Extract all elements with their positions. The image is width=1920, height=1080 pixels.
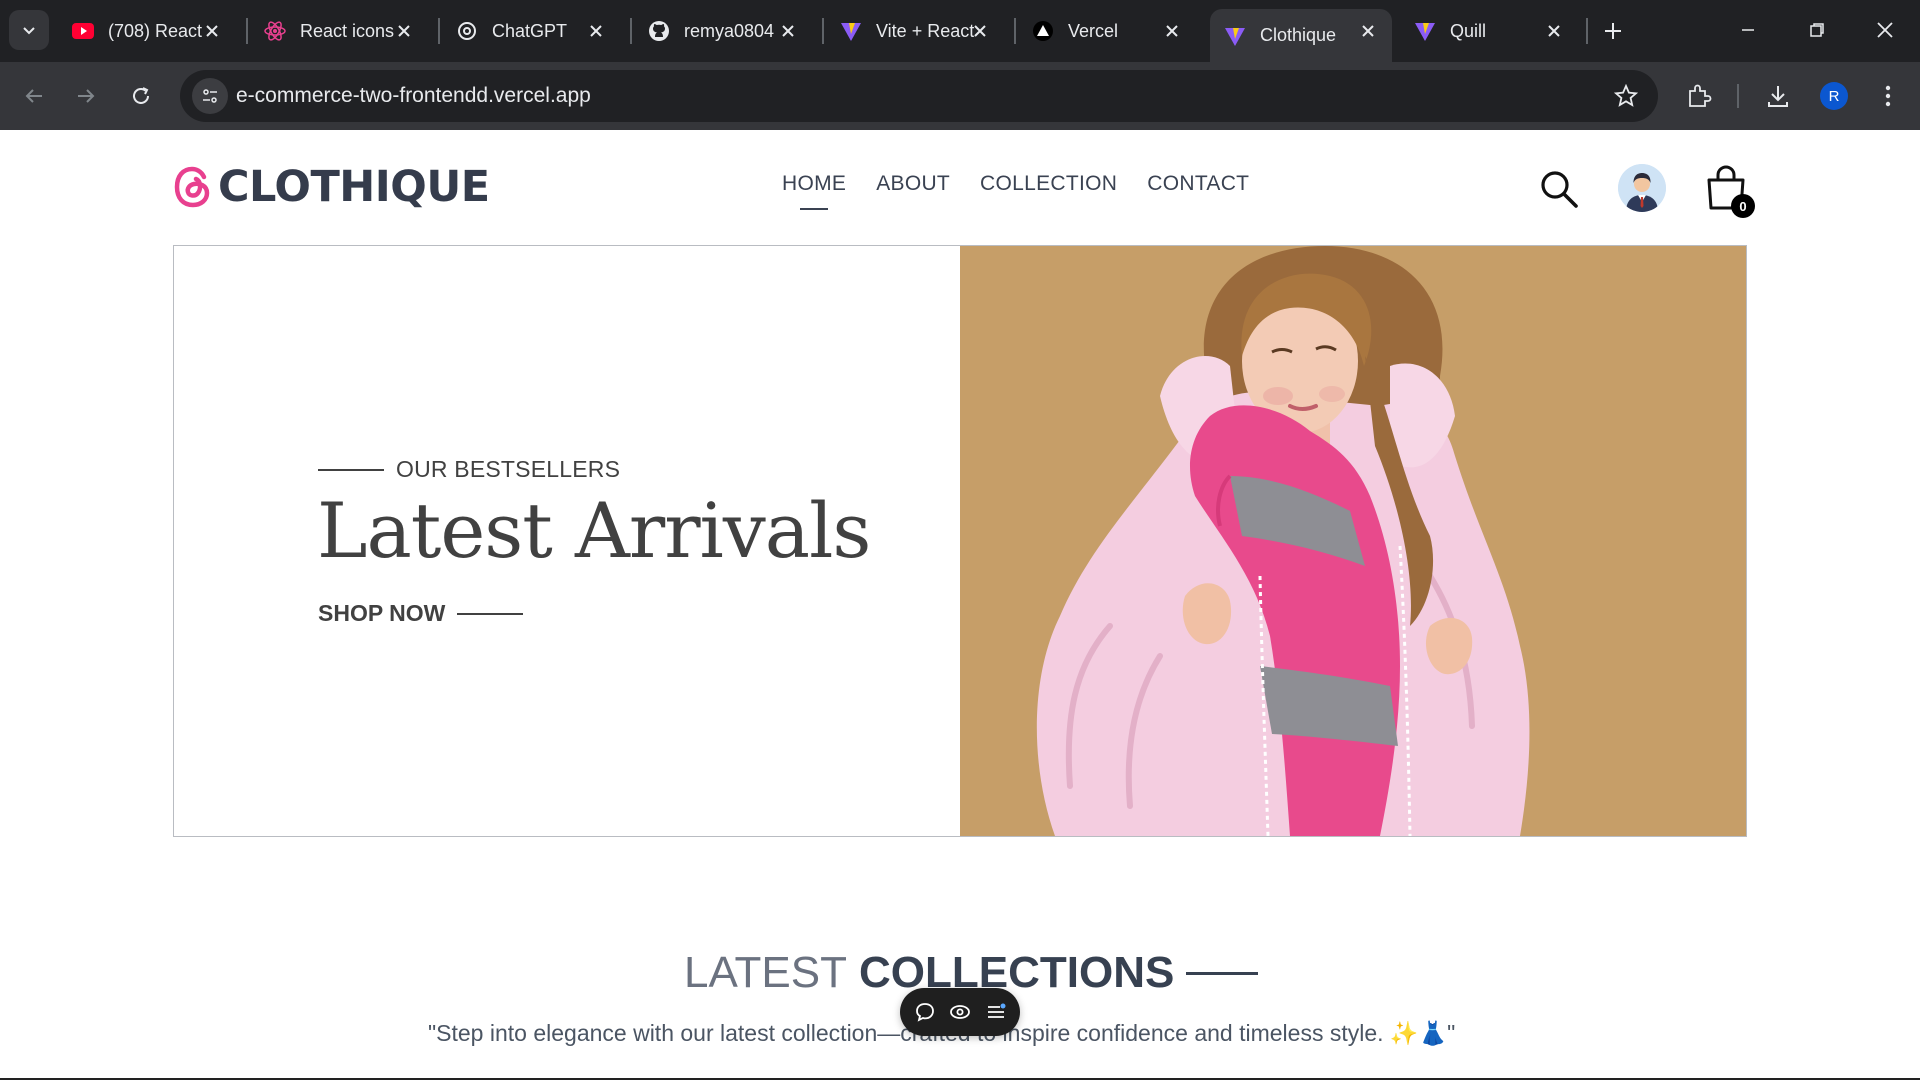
comment-icon[interactable]	[914, 1001, 936, 1023]
github-icon	[648, 20, 670, 42]
browser-tab[interactable]: Vercel	[1018, 9, 1196, 53]
chevron-down-icon	[23, 27, 35, 35]
browser-tab[interactable]: React icons	[250, 9, 428, 53]
reload-button[interactable]	[121, 76, 161, 116]
hero-eyebrow: OUR BESTSELLERS	[318, 456, 620, 483]
profile-avatar[interactable]: R	[1820, 82, 1848, 110]
close-tab-icon[interactable]	[968, 19, 992, 43]
threads-logo-icon	[174, 166, 210, 208]
nav-collection[interactable]: COLLECTION	[980, 172, 1117, 196]
shop-now-text[interactable]: SHOP NOW	[318, 600, 445, 627]
bookmark-star-icon[interactable]	[1612, 82, 1640, 110]
collections-heading-bold: COLLECTIONS	[859, 948, 1175, 997]
url-text[interactable]: e-commerce-two-frontendd.vercel.app	[236, 84, 591, 108]
restore-button[interactable]	[1794, 10, 1840, 50]
close-tab-icon[interactable]	[392, 19, 416, 43]
browser-tab[interactable]: (708) React	[58, 9, 236, 53]
nav-home[interactable]: HOME	[782, 172, 846, 210]
shop-now-link[interactable]: SHOP NOW	[318, 600, 524, 627]
floating-toolbar	[900, 988, 1020, 1036]
hero-banner: OUR BESTSELLERS Latest Arrivals SHOP NOW	[173, 245, 1747, 837]
logo-text: CLOTHIQUE	[218, 162, 490, 212]
close-tab-icon[interactable]	[776, 19, 800, 43]
hero-headline: Latest Arrivals	[317, 486, 871, 575]
close-window-button[interactable]	[1862, 10, 1908, 50]
tab-search-button[interactable]	[9, 10, 49, 50]
minimize-icon	[1742, 29, 1754, 31]
main-nav: HOME ABOUT COLLECTION CONTACT	[782, 172, 1279, 210]
minimize-button[interactable]	[1725, 10, 1771, 50]
eye-icon[interactable]	[949, 1001, 971, 1023]
cart-count-badge: 0	[1731, 194, 1755, 218]
collections-heading-light: LATEST	[684, 948, 848, 997]
react-icon	[264, 20, 286, 42]
collections-heading-line	[1186, 971, 1259, 975]
tab-separator	[822, 18, 824, 44]
close-icon	[1877, 22, 1893, 38]
tab-separator	[246, 18, 248, 44]
back-button[interactable]	[14, 76, 54, 116]
vite-icon	[1224, 25, 1246, 47]
user-avatar-icon	[1618, 164, 1666, 212]
plus-icon	[1605, 23, 1621, 39]
browser-tab-strip: (708) React React icons ChatGPT remya080…	[0, 0, 1920, 62]
close-tab-icon[interactable]	[200, 19, 224, 43]
user-avatar[interactable]	[1618, 164, 1666, 212]
eyebrow-text: OUR BESTSELLERS	[396, 456, 621, 482]
youtube-icon	[72, 20, 94, 42]
browser-tab-active[interactable]: Clothique	[1210, 9, 1392, 62]
forward-button[interactable]	[66, 76, 106, 116]
shop-now-line	[457, 612, 524, 615]
tab-separator	[1586, 18, 1588, 44]
hero-image	[960, 246, 1746, 836]
more-menu-icon[interactable]	[1870, 78, 1906, 114]
browser-tab[interactable]: remya0804	[634, 9, 812, 53]
close-tab-icon[interactable]	[1160, 19, 1184, 43]
arrow-left-icon	[25, 89, 42, 103]
arrow-right-icon	[78, 89, 95, 103]
tab-separator	[438, 18, 440, 44]
tab-separator	[1014, 18, 1016, 44]
address-bar[interactable]: e-commerce-two-frontendd.vercel.app	[180, 70, 1658, 122]
tab-separator	[630, 18, 632, 44]
chatgpt-icon	[456, 20, 478, 42]
web-page: CLOTHIQUE HOME ABOUT COLLECTION CONTACT …	[0, 130, 1920, 1080]
browser-tab[interactable]: ChatGPT	[442, 9, 620, 53]
eyebrow-line	[318, 468, 384, 471]
vercel-icon	[1032, 20, 1054, 42]
nav-about[interactable]: ABOUT	[876, 172, 950, 196]
close-tab-icon[interactable]	[1356, 19, 1380, 43]
vite-icon	[840, 20, 862, 42]
site-info-icon[interactable]	[192, 78, 228, 114]
search-icon[interactable]	[1538, 168, 1580, 210]
toolbar-separator	[1737, 84, 1739, 108]
extensions-icon[interactable]	[1681, 78, 1717, 114]
downloads-icon[interactable]	[1760, 78, 1796, 114]
close-tab-icon[interactable]	[584, 19, 608, 43]
nav-contact[interactable]: CONTACT	[1147, 172, 1249, 196]
reload-icon	[133, 87, 149, 104]
close-tab-icon[interactable]	[1542, 19, 1566, 43]
hero-text-panel: OUR BESTSELLERS Latest Arrivals SHOP NOW	[174, 246, 960, 836]
restore-icon	[1810, 23, 1824, 37]
new-tab-button[interactable]	[1596, 14, 1630, 48]
browser-toolbar: e-commerce-two-frontendd.vercel.app R	[0, 62, 1920, 130]
vite-icon	[1414, 20, 1436, 42]
list-menu-icon[interactable]	[985, 1001, 1007, 1023]
browser-tab[interactable]: Quill	[1400, 9, 1578, 53]
browser-tab[interactable]: Vite + React	[826, 9, 1004, 53]
model-photo-illustration	[960, 246, 1746, 836]
site-logo[interactable]: CLOTHIQUE	[174, 162, 490, 212]
